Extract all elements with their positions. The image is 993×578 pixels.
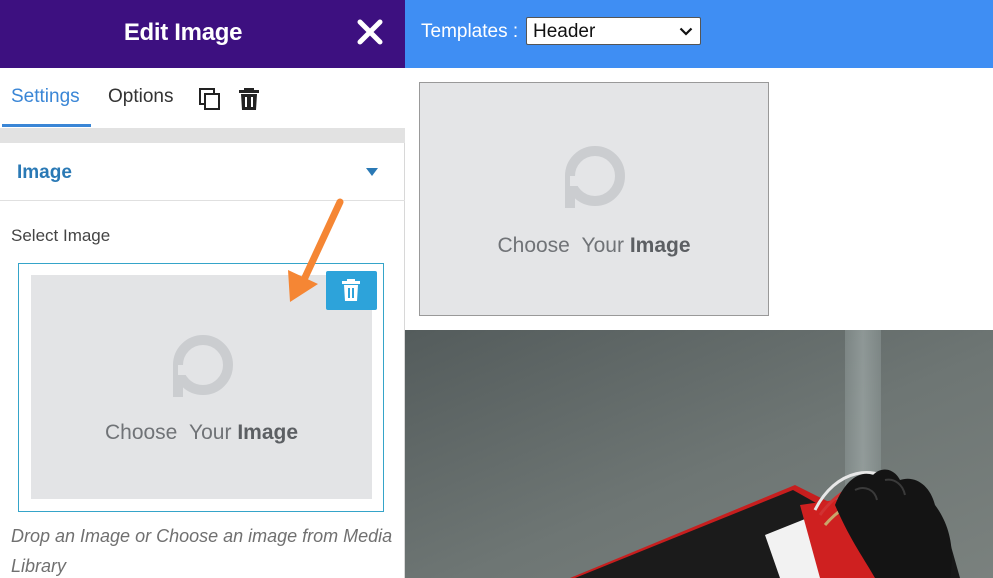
templates-label: Templates : (421, 21, 519, 42)
hero-photo (405, 330, 993, 578)
section-title: Image (17, 162, 72, 183)
select-image-label: Select Image (11, 226, 111, 245)
panel-tabs: Settings Options (0, 68, 405, 128)
canvas-area: Choose Your Image (405, 68, 993, 330)
choose-image-text: Choose Your Image (104, 421, 299, 444)
arrow-annotation (288, 198, 344, 302)
tab-settings[interactable]: Settings (11, 86, 80, 108)
caret-down-icon (366, 168, 378, 176)
close-icon[interactable] (356, 18, 384, 46)
image-preview-block[interactable]: Choose Your Image (419, 82, 769, 316)
help-text: Drop an Image or Choose an image from Me… (11, 526, 393, 576)
panel-title: Edit Image (123, 19, 243, 46)
tab-options[interactable]: Options (108, 86, 173, 108)
trash-icon[interactable] (237, 87, 261, 111)
p-logo-icon (173, 335, 233, 397)
panel-header: Edit Image (0, 0, 405, 68)
p-logo-icon (565, 146, 625, 208)
templates-bar: Templates : Header (405, 0, 993, 68)
templates-select-value: Header (533, 21, 596, 42)
divider-strip (0, 128, 405, 143)
chevron-down-icon (679, 27, 693, 36)
templates-select[interactable]: Header (526, 17, 701, 45)
edit-image-panel: Edit Image Settings Options Image Select… (0, 0, 405, 578)
active-tab-indicator (2, 124, 91, 127)
choose-image-text: Choose Your Image (497, 234, 691, 257)
copy-icon[interactable] (198, 87, 222, 111)
